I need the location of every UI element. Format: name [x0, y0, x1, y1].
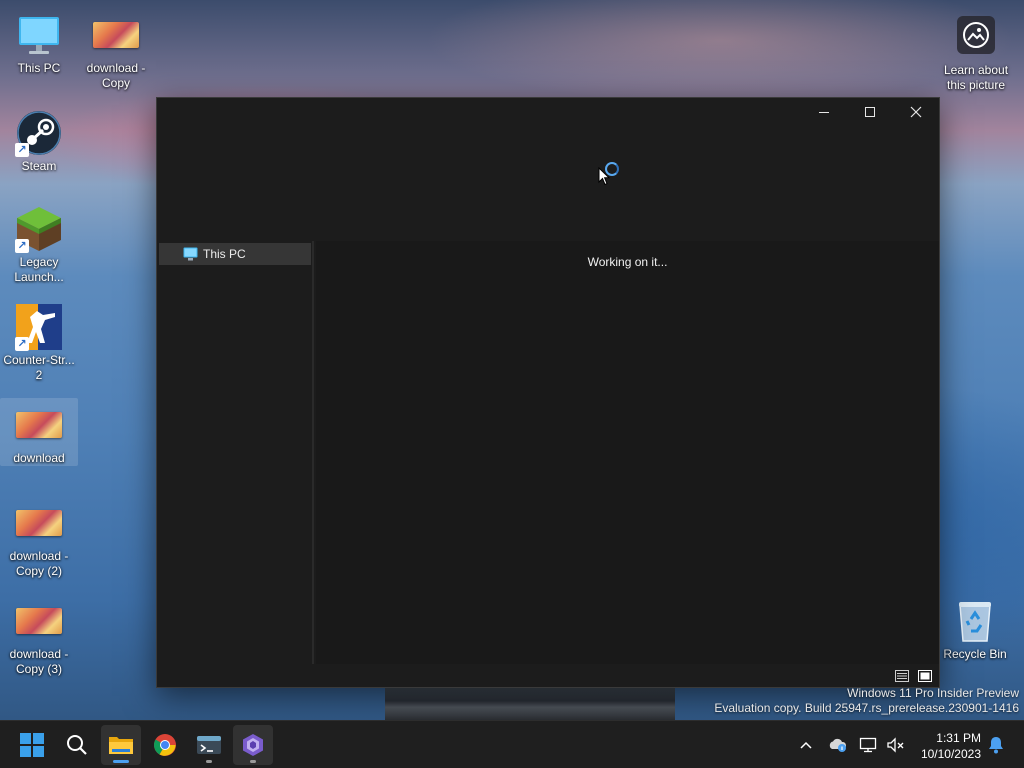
large-icons-view-button[interactable] [918, 669, 932, 682]
desktop-icon-steam[interactable]: ↗ Steam [0, 106, 78, 174]
details-view-button[interactable] [895, 669, 909, 682]
desktop-icon-label: download - Copy (3) [9, 647, 69, 676]
taskbar-visual-studio[interactable] [233, 725, 273, 765]
watermark-edition: Windows 11 Pro Insider Preview [847, 686, 1019, 700]
desktop-icon-label: Steam [21, 159, 57, 173]
desktop-icon-legacy-launcher[interactable]: ↗ Legacy Launch... [0, 202, 78, 285]
close-button[interactable] [893, 98, 939, 126]
wallpaper-pier [385, 688, 675, 720]
shortcut-arrow-icon: ↗ [15, 337, 29, 351]
desktop-icon-label: Legacy Launch... [14, 255, 64, 284]
desktop-icon-download-copy[interactable]: download - Copy [77, 8, 155, 91]
desktop-icon-label: This PC [17, 61, 61, 75]
chevron-up-icon [800, 741, 812, 749]
desktop-icon-label: Learn about this picture [943, 63, 1009, 92]
taskbar-clock[interactable]: 1:31 PM 10/10/2023 [921, 730, 981, 762]
nav-item-this-pc[interactable]: This PC [159, 243, 311, 265]
shortcut-arrow-icon: ↗ [15, 143, 29, 157]
minimize-button[interactable] [801, 98, 847, 126]
content-area[interactable]: Working on it... [316, 241, 939, 666]
desktop-icon-learn-about-picture[interactable]: Learn about this picture [936, 8, 1016, 93]
mouse-pointer-icon [598, 166, 611, 191]
desktop-icon-download[interactable]: download [0, 398, 78, 466]
desktop-icon-label: download - Copy (2) [9, 549, 69, 578]
details-view-icon [895, 670, 909, 682]
steam-icon: ↗ [15, 109, 63, 157]
close-icon [910, 106, 922, 118]
active-indicator [113, 760, 129, 763]
desktop-icon-this-pc[interactable]: This PC [0, 8, 78, 76]
maximize-icon [865, 107, 875, 117]
desktop-icon-recycle-bin[interactable]: Recycle Bin [936, 594, 1014, 662]
taskbar-file-explorer[interactable] [101, 725, 141, 765]
large-icons-view-icon [918, 670, 932, 682]
file-explorer-icon [109, 737, 133, 754]
maximize-button[interactable] [847, 98, 893, 126]
onedrive-status-button[interactable] [828, 735, 848, 755]
taskbar-terminal[interactable] [189, 725, 229, 765]
monitor-icon [183, 247, 198, 264]
image-file-icon [92, 11, 140, 59]
taskbar-chrome[interactable] [145, 725, 185, 765]
running-indicator [206, 760, 212, 763]
windows-build-watermark: Windows 11 Pro Insider Preview Evaluatio… [714, 686, 1019, 716]
nav-item-label: This PC [203, 247, 246, 261]
clock-date: 10/10/2023 [920, 747, 981, 761]
counter-strike-icon: ↗ [15, 303, 63, 351]
network-button[interactable] [859, 735, 879, 755]
recycle-bin-icon [951, 597, 999, 645]
start-button[interactable] [12, 725, 52, 765]
terminal-icon [197, 736, 221, 754]
shortcut-arrow-icon: ↗ [15, 239, 29, 253]
desktop-icon-label: Recycle Bin [943, 647, 1007, 661]
image-file-icon [15, 401, 63, 449]
navigation-pane[interactable]: This PC [157, 241, 314, 666]
desktop-icon-label: Counter-Str... 2 [3, 353, 75, 382]
minimize-icon [819, 112, 829, 113]
desktop-icon-counter-strike[interactable]: ↗ Counter-Str... 2 [0, 300, 78, 383]
search-button[interactable] [57, 725, 97, 765]
watermark-build: Evaluation copy. Build 25947.rs_prerelea… [714, 701, 1019, 715]
notifications-button[interactable] [986, 735, 1006, 755]
clock-time: 1:31 PM [936, 731, 981, 745]
running-indicator [250, 760, 256, 763]
visual-studio-icon [243, 734, 263, 756]
volume-muted-icon [887, 737, 904, 753]
desktop-icon-download-copy-3[interactable]: download - Copy (3) [0, 594, 78, 677]
status-message: Working on it... [587, 255, 668, 269]
desktop-icon-download-copy-2[interactable]: download - Copy (2) [0, 496, 78, 579]
desktop-icon-label: download - Copy [86, 61, 146, 90]
bell-icon [989, 737, 1003, 754]
chrome-icon [154, 734, 176, 756]
show-hidden-icons-button[interactable] [796, 735, 816, 755]
monitor-icon [15, 11, 63, 59]
image-file-icon [15, 597, 63, 645]
status-bar [157, 664, 939, 687]
volume-button[interactable] [886, 735, 906, 755]
desktop-icon-label: download [13, 451, 65, 465]
window-controls [801, 98, 939, 126]
image-file-icon [15, 499, 63, 547]
taskbar: 1:31 PM 10/10/2023 [0, 720, 1024, 768]
windows-start-icon [20, 733, 44, 757]
network-monitor-icon [859, 737, 877, 753]
spotlight-camera-icon [956, 15, 996, 55]
cloud-info-icon [829, 738, 847, 752]
search-icon [67, 735, 87, 755]
file-explorer-window[interactable]: This PC Working on it... [156, 97, 940, 688]
minecraft-block-icon: ↗ [15, 205, 63, 253]
